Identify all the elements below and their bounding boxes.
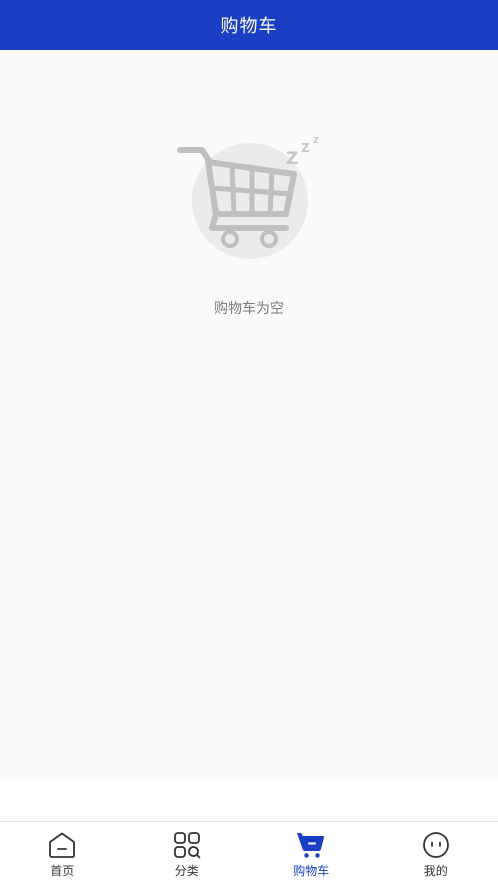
bottom-spacer [0,780,498,821]
category-icon [173,832,201,859]
tab-cart[interactable]: 购物车 [249,822,374,892]
svg-text:Z: Z [301,141,310,155]
cart-content: Z Z Z 购物车为空 [0,50,498,780]
tab-home-label: 首页 [50,864,75,878]
tab-category-label: 分类 [174,864,199,878]
app-header: 购物车 [0,0,498,50]
page-title: 购物车 [220,16,278,37]
empty-cart-message: 购物车为空 [214,301,284,317]
tab-home[interactable]: 首页 [0,822,125,892]
cart-icon [297,833,325,858]
home-icon [49,832,76,858]
bottom-tabbar: 首页 分类 购物车 我的 [0,821,498,892]
profile-icon [422,832,449,858]
svg-text:Z: Z [313,136,319,145]
tab-cart-label: 购物车 [293,864,330,878]
svg-text:Z: Z [286,149,298,169]
tab-profile-label: 我的 [423,864,448,878]
tab-category[interactable]: 分类 [125,822,250,892]
empty-cart-icon: Z Z Z [177,136,319,259]
tab-profile[interactable]: 我的 [374,822,498,892]
